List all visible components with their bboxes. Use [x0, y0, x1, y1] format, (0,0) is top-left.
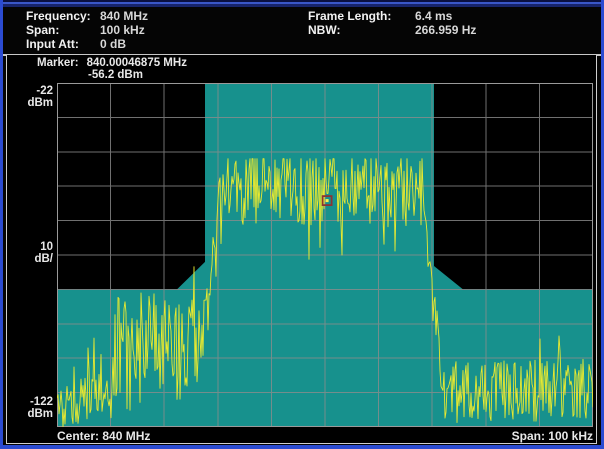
- header-left-column: Frequency: 840 MHz Span: 100 kHz Input A…: [26, 9, 148, 51]
- spectrum-svg: [57, 83, 593, 427]
- y-axis-scale-label: 10 dB/: [0, 242, 53, 265]
- header-field-frequency: Frequency: 840 MHz: [26, 9, 148, 23]
- header-right-column: Frame Length: 6.4 ms NBW: 266.959 Hz: [308, 9, 476, 37]
- span-label: Span:: [26, 23, 100, 37]
- marker-amplitude-value: -56.2 dBm: [88, 69, 143, 81]
- spectrum-analyzer-screen: Frequency: 840 MHz Span: 100 kHz Input A…: [0, 0, 604, 449]
- marker-label: Marker:: [37, 57, 79, 69]
- frame-length-label: Frame Length:: [308, 9, 415, 23]
- span-footer-label: Span: 100 kHz: [512, 429, 593, 443]
- input-att-label: Input Att:: [26, 37, 100, 51]
- frame-top-border: [0, 0, 604, 7]
- marker-dot-icon: [326, 199, 329, 202]
- y-axis-top-label: -22 dBm: [0, 86, 53, 109]
- input-att-value: 0 dB: [100, 37, 126, 51]
- marker-readout: Marker: 840.00046875 MHz: [37, 57, 187, 69]
- center-frequency-label: Center: 840 MHz: [57, 429, 150, 443]
- span-value: 100 kHz: [100, 23, 145, 37]
- header-field-input-att: Input Att: 0 dB: [26, 37, 148, 51]
- frame-left-border: [0, 0, 3, 449]
- header-field-nbw: NBW: 266.959 Hz: [308, 23, 476, 37]
- nbw-label: NBW:: [308, 23, 415, 37]
- header-field-span: Span: 100 kHz: [26, 23, 148, 37]
- frame-length-value: 6.4 ms: [415, 9, 452, 23]
- frequency-label: Frequency:: [26, 9, 100, 23]
- y-axis-bottom-label: -122 dBm: [0, 397, 53, 420]
- frequency-value: 840 MHz: [100, 9, 148, 23]
- nbw-value: 266.959 Hz: [415, 23, 476, 37]
- header-field-frame-length: Frame Length: 6.4 ms: [308, 9, 476, 23]
- marker-frequency-value: 840.00046875 MHz: [87, 57, 187, 69]
- spectrum-plot-area: [57, 83, 593, 427]
- frame-bottom-border: [0, 445, 604, 449]
